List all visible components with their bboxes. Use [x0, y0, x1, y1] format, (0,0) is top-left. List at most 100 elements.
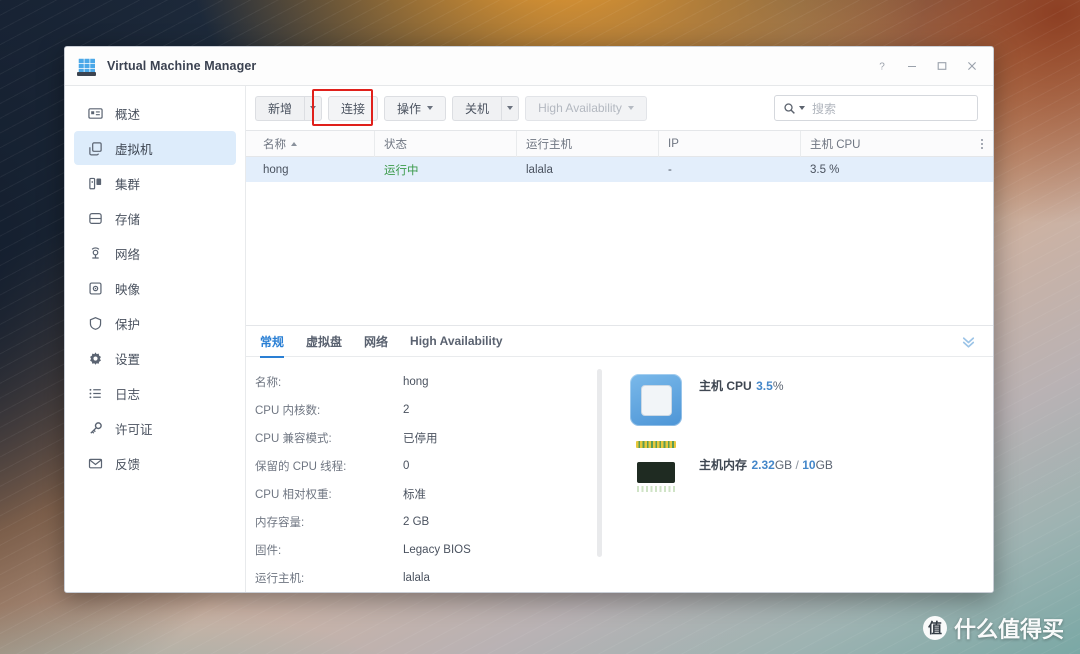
- host-memory-widget: 主机内存 2.32GB / 10GB: [630, 441, 993, 505]
- host-memory-total-unit: GB: [815, 458, 833, 472]
- shutdown-split-button[interactable]: 关机: [452, 95, 520, 121]
- property-row: CPU 相对权重: 标准: [255, 480, 593, 508]
- memory-module-icon: [630, 441, 682, 505]
- sidebar-item-label: 集群: [115, 177, 141, 192]
- sidebar-navigation: 概述 虚拟机 集群 存储 网络 映像 保护 设置 日志 许可证 反馈: [65, 86, 246, 592]
- property-key: CPU 兼容模式:: [255, 433, 332, 445]
- main-content: 新增 连接 操作 关机 High Availability 搜索 名称 状态 运…: [246, 86, 993, 592]
- sidebar-item-cluster[interactable]: 集群: [74, 166, 236, 200]
- tab-high-availability[interactable]: High Availability: [410, 326, 502, 357]
- column-header-name[interactable]: 名称: [255, 130, 375, 157]
- table-row[interactable]: hong 运行中 lalala - 3.5 %: [246, 157, 993, 182]
- action-dropdown-button[interactable]: 操作: [384, 95, 447, 121]
- sidebar-item-label: 概述: [115, 107, 141, 122]
- property-key: 名称:: [255, 377, 282, 389]
- sidebar-item-label: 许可证: [115, 422, 153, 437]
- window-titlebar: Virtual Machine Manager ?: [65, 47, 993, 86]
- virtual-machine-icon: [87, 140, 104, 157]
- host-memory-used: 2.32: [751, 458, 775, 472]
- property-key: CPU 内核数:: [255, 405, 321, 417]
- watermark: 值 什么值得买: [922, 612, 1064, 644]
- shutdown-button-label[interactable]: 关机: [452, 95, 502, 121]
- sidebar-item-virtual-machine[interactable]: 虚拟机: [74, 131, 236, 165]
- shutdown-dropdown-toggle[interactable]: [501, 95, 520, 121]
- connect-button[interactable]: 连接: [328, 95, 379, 121]
- resource-widgets: 主机 CPU 3.5% 主机内存 2.32GB / 10GB: [593, 368, 993, 592]
- search-scope-caret-icon[interactable]: [799, 106, 805, 110]
- tab-virtual-disk[interactable]: 虚拟盘: [306, 326, 342, 357]
- create-dropdown-toggle[interactable]: [304, 95, 323, 121]
- property-row: 内存容量: 2 GB: [255, 508, 593, 536]
- property-value: 0: [403, 460, 410, 472]
- search-input[interactable]: 搜索: [774, 95, 978, 121]
- cluster-icon: [87, 175, 104, 192]
- log-list-icon: [87, 385, 104, 402]
- property-key: 运行主机:: [255, 573, 305, 585]
- host-memory-title: 主机内存: [699, 458, 748, 472]
- desktop-wallpaper: Virtual Machine Manager ? 概述 虚拟机 集群 存储 网…: [0, 0, 1080, 654]
- close-button[interactable]: [957, 51, 987, 81]
- column-header-status[interactable]: 状态: [375, 130, 517, 157]
- sidebar-item-image[interactable]: 映像: [74, 271, 236, 305]
- sidebar-item-settings[interactable]: 设置: [74, 341, 236, 375]
- column-header-host-cpu[interactable]: 主机 CPU: [801, 131, 921, 157]
- host-cpu-title: 主机 CPU: [699, 379, 752, 393]
- host-cpu-value: 3.5%: [756, 379, 783, 393]
- sidebar-item-network[interactable]: 网络: [74, 236, 236, 270]
- gear-icon: [87, 350, 104, 367]
- sidebar-item-label: 虚拟机: [115, 142, 153, 157]
- property-value: 标准: [403, 489, 426, 501]
- sort-ascending-icon: [291, 141, 297, 146]
- column-header-host[interactable]: 运行主机: [517, 130, 659, 157]
- maximize-button[interactable]: [927, 51, 957, 81]
- property-value: 2 GB: [403, 516, 430, 528]
- sidebar-item-license[interactable]: 许可证: [74, 411, 236, 445]
- table-empty-area: [246, 182, 993, 325]
- sidebar-item-storage[interactable]: 存储: [74, 201, 236, 235]
- server-rack-icon: [77, 57, 96, 76]
- host-memory-separator: /: [795, 458, 799, 472]
- property-value: 已停用: [403, 433, 438, 445]
- create-split-button[interactable]: 新增: [255, 95, 323, 121]
- column-label: 名称: [263, 138, 286, 151]
- detail-scrollbar[interactable]: [597, 369, 602, 557]
- create-button-label[interactable]: 新增: [255, 95, 305, 121]
- sidebar-item-protection[interactable]: 保护: [74, 306, 236, 340]
- property-row: 运行主机: lalala: [255, 564, 593, 592]
- cell-ip: -: [668, 163, 672, 176]
- vm-properties-list: 名称: hong CPU 内核数: 2 CPU 兼容模式: 已停用 保留的 CPU 线…: [246, 368, 593, 592]
- help-button[interactable]: ?: [867, 51, 897, 81]
- cell-host-cpu: 3.5 %: [810, 163, 840, 176]
- minimize-button[interactable]: [897, 51, 927, 81]
- envelope-icon: [87, 455, 104, 472]
- watermark-text: 什么值得买: [953, 617, 1064, 642]
- sidebar-item-label: 日志: [115, 387, 141, 402]
- detail-body: 名称: hong CPU 内核数: 2 CPU 兼容模式: 已停用 保留的 CPU 线…: [246, 357, 993, 592]
- high-availability-label: High Availability: [538, 101, 622, 115]
- chevron-double-down-icon[interactable]: [960, 333, 977, 350]
- window-title: Virtual Machine Manager: [107, 59, 257, 73]
- sidebar-item-overview[interactable]: 概述: [74, 96, 236, 130]
- sidebar-item-label: 保护: [115, 317, 141, 332]
- column-header-ip[interactable]: IP: [659, 130, 801, 157]
- image-icon: [87, 280, 104, 297]
- sidebar-item-label: 反馈: [115, 457, 141, 472]
- sidebar-item-label: 映像: [115, 282, 141, 297]
- high-availability-dropdown-button[interactable]: High Availability: [525, 95, 647, 121]
- host-memory-used-unit: GB: [774, 458, 793, 472]
- tab-network[interactable]: 网络: [364, 326, 388, 357]
- tab-general[interactable]: 常规: [260, 326, 285, 358]
- property-row: CPU 内核数: 2: [255, 396, 593, 424]
- property-value: hong: [403, 376, 429, 388]
- column-options-icon[interactable]: [975, 138, 993, 149]
- sidebar-item-feedback[interactable]: 反馈: [74, 446, 236, 480]
- sidebar-item-label: 存储: [115, 212, 141, 227]
- sidebar-item-log[interactable]: 日志: [74, 376, 236, 410]
- storage-icon: [87, 210, 104, 227]
- table-header-row: 名称 状态 运行主机 IP 主机 CPU: [246, 130, 993, 157]
- sidebar-item-label: 设置: [115, 352, 141, 367]
- cell-host: lalala: [526, 163, 553, 176]
- detail-panel: 常规 虚拟盘 网络 High Availability 名称: hong CPU …: [246, 325, 993, 592]
- toolbar: 新增 连接 操作 关机 High Availability 搜索: [246, 86, 993, 130]
- vm-table: 名称 状态 运行主机 IP 主机 CPU hong 运行中 lalala - 3…: [246, 130, 993, 182]
